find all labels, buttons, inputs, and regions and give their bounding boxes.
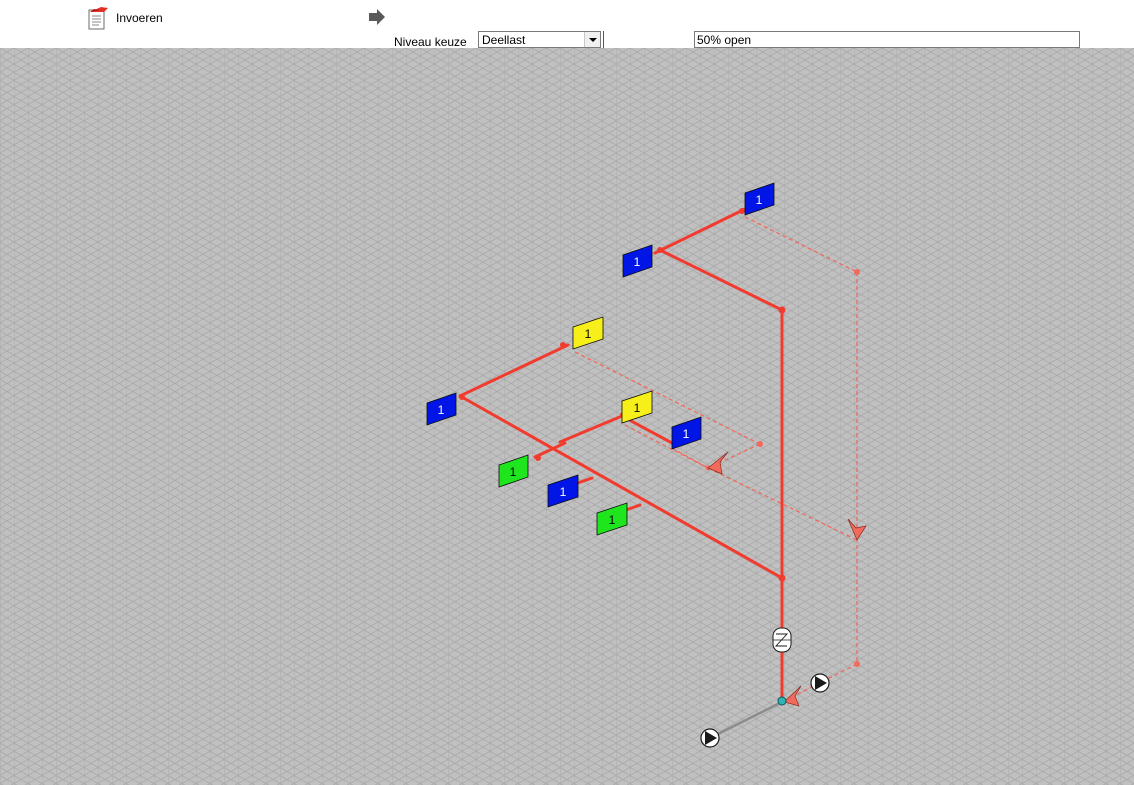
unit-label: 1 xyxy=(585,327,592,341)
invoeren-button[interactable]: Invoeren xyxy=(86,5,163,31)
niveau-keuze-select[interactable]: Deellast xyxy=(478,31,601,48)
forward-button[interactable] xyxy=(367,7,387,27)
unit-label: 1 xyxy=(683,427,690,441)
pump-icon[interactable] xyxy=(810,673,830,693)
unit-label: 1 xyxy=(756,193,763,207)
unit-label: 1 xyxy=(438,403,445,417)
document-icon xyxy=(88,7,108,30)
invoeren-label: Invoeren xyxy=(116,11,163,25)
forward-arrow-icon xyxy=(369,9,385,25)
unit-label: 1 xyxy=(634,255,641,269)
unit-label: 1 xyxy=(609,513,616,527)
unit-label: 1 xyxy=(510,465,517,479)
toolbar: Invoeren Niveau keuze Deellast xyxy=(0,0,1134,49)
chevron-down-icon[interactable] xyxy=(584,32,600,47)
niveau-keuze-label: Niveau keuze xyxy=(394,35,467,49)
iso-grid xyxy=(0,48,1134,785)
connector-node[interactable] xyxy=(777,696,787,706)
isometric-canvas[interactable]: 1 1 1 1 1 1 1 1 1 xyxy=(0,48,1134,785)
unit-label: 1 xyxy=(560,485,567,499)
niveau-keuze-value: Deellast xyxy=(482,33,526,47)
pump-icon[interactable] xyxy=(700,728,720,748)
status-field[interactable] xyxy=(694,31,1080,48)
heat-exchanger-icon xyxy=(772,627,792,653)
unit-label: 1 xyxy=(634,401,641,415)
schematic-drawing: 1 1 1 1 1 1 1 1 1 xyxy=(0,48,1134,785)
toolbar-separator xyxy=(603,31,604,48)
